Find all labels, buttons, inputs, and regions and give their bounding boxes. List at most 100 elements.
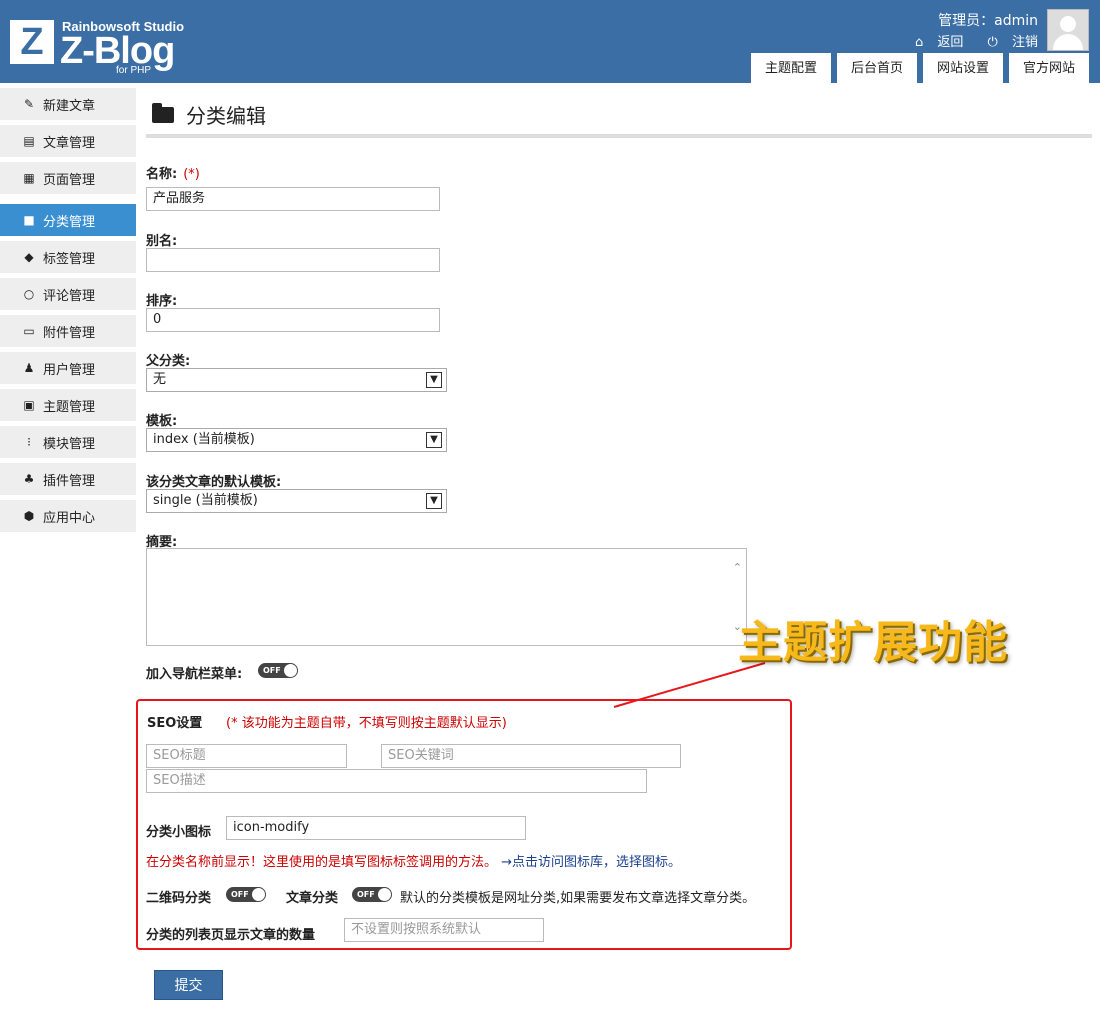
template-select[interactable]: index (当前模板) ▼	[146, 428, 447, 452]
seo-section-title: SEO设置	[147, 716, 203, 731]
header-bar: Z Rainbowsoft Studio Z-Blog for PHP 管理员：…	[0, 0, 1100, 83]
tag-icon: ◆	[24, 250, 34, 264]
article-category-note: 默认的分类模板是网址分类,如果需要发布文章选择文章分类。	[400, 891, 756, 906]
cube-icon: ⬢	[23, 509, 35, 523]
user-icon: ♟	[23, 361, 35, 375]
sidebar-item-label: 文章管理	[43, 135, 96, 151]
summary-textarea[interactable]: ⌃ ⌄	[146, 548, 747, 646]
module-icon: ⁝	[27, 435, 31, 449]
back-label: 返回	[937, 35, 964, 50]
seo-description-input[interactable]: SEO描述	[146, 769, 647, 793]
avatar[interactable]	[1047, 9, 1089, 51]
sidebar-item-comments[interactable]: ○ 评论管理	[0, 278, 136, 310]
sidebar-item-app-center[interactable]: ⬢ 应用中心	[0, 500, 136, 532]
zblog-logo-icon[interactable]: Z	[10, 20, 54, 64]
sidebar-item-articles[interactable]: ▤ 文章管理	[0, 125, 136, 157]
folder-icon	[152, 102, 174, 123]
scroll-up-icon[interactable]: ⌃	[733, 561, 742, 574]
parent-select[interactable]: 无 ▼	[146, 368, 447, 392]
toggle-knob	[284, 664, 297, 677]
tab-admin-home[interactable]: 后台首页	[836, 53, 917, 83]
tab-site-settings[interactable]: 网站设置	[922, 53, 1003, 83]
tab-theme-config[interactable]: 主题配置	[750, 53, 831, 83]
tab-official-site[interactable]: 官方网站	[1008, 53, 1089, 83]
theme-extension-annotation: 主题扩展功能	[738, 617, 1008, 668]
chevron-down-icon[interactable]: ▼	[426, 493, 442, 509]
nav-menu-toggle[interactable]: OFF	[258, 663, 298, 678]
icon-library-link[interactable]: →点击访问图标库，选择图标。	[501, 855, 681, 870]
sidebar-item-label: 模块管理	[43, 436, 96, 452]
qrcode-category-toggle[interactable]: OFF	[226, 887, 266, 902]
user-links: ⌂ 返回 ⏻ 注销	[895, 31, 1038, 50]
inbox-icon: ▭	[23, 324, 35, 338]
power-icon: ⏻	[987, 35, 998, 50]
parent-select-value: 无	[153, 372, 167, 387]
sidebar-item-label: 页面管理	[43, 172, 96, 188]
chevron-down-icon[interactable]: ▼	[426, 432, 442, 448]
seo-title-input[interactable]: SEO标题	[146, 744, 347, 768]
sidebar-item-pages[interactable]: ▦ 页面管理	[0, 162, 136, 194]
icon-note-text: 在分类名称前显示！这里使用的是填写图标标签调用的方法。	[146, 855, 498, 870]
back-link[interactable]: ⌂ 返回	[905, 35, 963, 50]
article-template-label: 该分类文章的默认模板:	[146, 475, 282, 490]
plug-icon: ♣	[23, 472, 35, 486]
article-category-label: 文章分类	[286, 891, 339, 906]
chevron-down-icon[interactable]: ▼	[426, 372, 442, 388]
sidebar-item-label: 应用中心	[43, 510, 96, 526]
sidebar-item-users[interactable]: ♟ 用户管理	[0, 352, 136, 384]
submit-button[interactable]: 提交	[154, 970, 223, 1000]
top-tabs: 主题配置 后台首页 网站设置 官方网站	[750, 53, 1089, 83]
article-category-toggle[interactable]: OFF	[352, 887, 392, 902]
name-label-text: 名称:	[146, 167, 178, 182]
page-title-text: 分类编辑	[186, 104, 266, 128]
alias-label: 别名:	[146, 234, 178, 249]
name-input[interactable]: 产品服务	[146, 187, 440, 211]
required-mark: (*)	[183, 167, 200, 182]
sidebar-item-modules[interactable]: ⁝ 模块管理	[0, 426, 136, 458]
page-icon: ▦	[23, 171, 35, 185]
sidebar: ✎ 新建文章 ▤ 文章管理 ▦ 页面管理 ■ 分类管理 ◆ 标签管理 ○ 评论管理 ▭ 附件管…	[0, 88, 136, 537]
category-icon-label: 分类小图标	[146, 825, 212, 840]
name-label: 名称: (*)	[146, 163, 200, 182]
sidebar-item-attachments[interactable]: ▭ 附件管理	[0, 315, 136, 347]
comment-icon: ○	[23, 287, 35, 301]
order-label: 排序:	[146, 294, 178, 309]
folder-icon: ■	[23, 213, 35, 227]
category-icon-input[interactable]: icon-modify	[226, 816, 526, 840]
template-select-value: index (当前模板)	[153, 432, 255, 447]
sidebar-item-tags[interactable]: ◆ 标签管理	[0, 241, 136, 273]
sidebar-item-label: 用户管理	[43, 362, 96, 378]
article-template-select[interactable]: single (当前模板) ▼	[146, 489, 447, 513]
edit-icon: ✎	[23, 97, 35, 111]
sidebar-item-categories[interactable]: ■ 分类管理	[0, 204, 136, 236]
sidebar-item-label: 主题管理	[43, 399, 96, 415]
icon-note: 在分类名称前显示！这里使用的是填写图标标签调用的方法。 →点击访问图标库，选择图…	[146, 851, 681, 870]
alias-input[interactable]	[146, 248, 440, 272]
sidebar-item-themes[interactable]: ▣ 主题管理	[0, 389, 136, 421]
seo-note: (* 该功能为主题自带，不填写则按主题默认显示)	[226, 716, 507, 731]
parent-label: 父分类:	[146, 354, 191, 369]
order-input[interactable]: 0	[146, 308, 440, 332]
sidebar-item-label: 附件管理	[43, 325, 96, 341]
title-divider	[146, 134, 1092, 138]
toggle-state: OFF	[357, 890, 375, 899]
sidebar-item-label: 标签管理	[43, 251, 96, 267]
seo-keywords-input[interactable]: SEO关键词	[381, 744, 681, 768]
qrcode-category-label: 二维码分类	[146, 891, 212, 906]
toggle-state: OFF	[263, 666, 281, 675]
document-icon: ▤	[23, 134, 35, 148]
logout-label: 注销	[1011, 35, 1038, 50]
sidebar-item-plugins[interactable]: ♣ 插件管理	[0, 463, 136, 495]
home-icon: ⌂	[914, 35, 924, 50]
post-count-input[interactable]: 不设置则按照系统默认	[344, 918, 544, 942]
toggle-knob	[378, 888, 391, 901]
sidebar-item-label: 评论管理	[43, 288, 96, 304]
page-title: 分类编辑	[152, 100, 266, 129]
sidebar-item-new-article[interactable]: ✎ 新建文章	[0, 88, 136, 120]
sidebar-item-label: 新建文章	[43, 98, 96, 114]
layout-icon: ▣	[23, 398, 35, 412]
logout-link[interactable]: ⏻ 注销	[978, 35, 1038, 50]
sidebar-item-label: 分类管理	[43, 214, 96, 230]
sidebar-item-label: 插件管理	[43, 473, 96, 489]
avatar-head-icon	[1060, 16, 1076, 32]
